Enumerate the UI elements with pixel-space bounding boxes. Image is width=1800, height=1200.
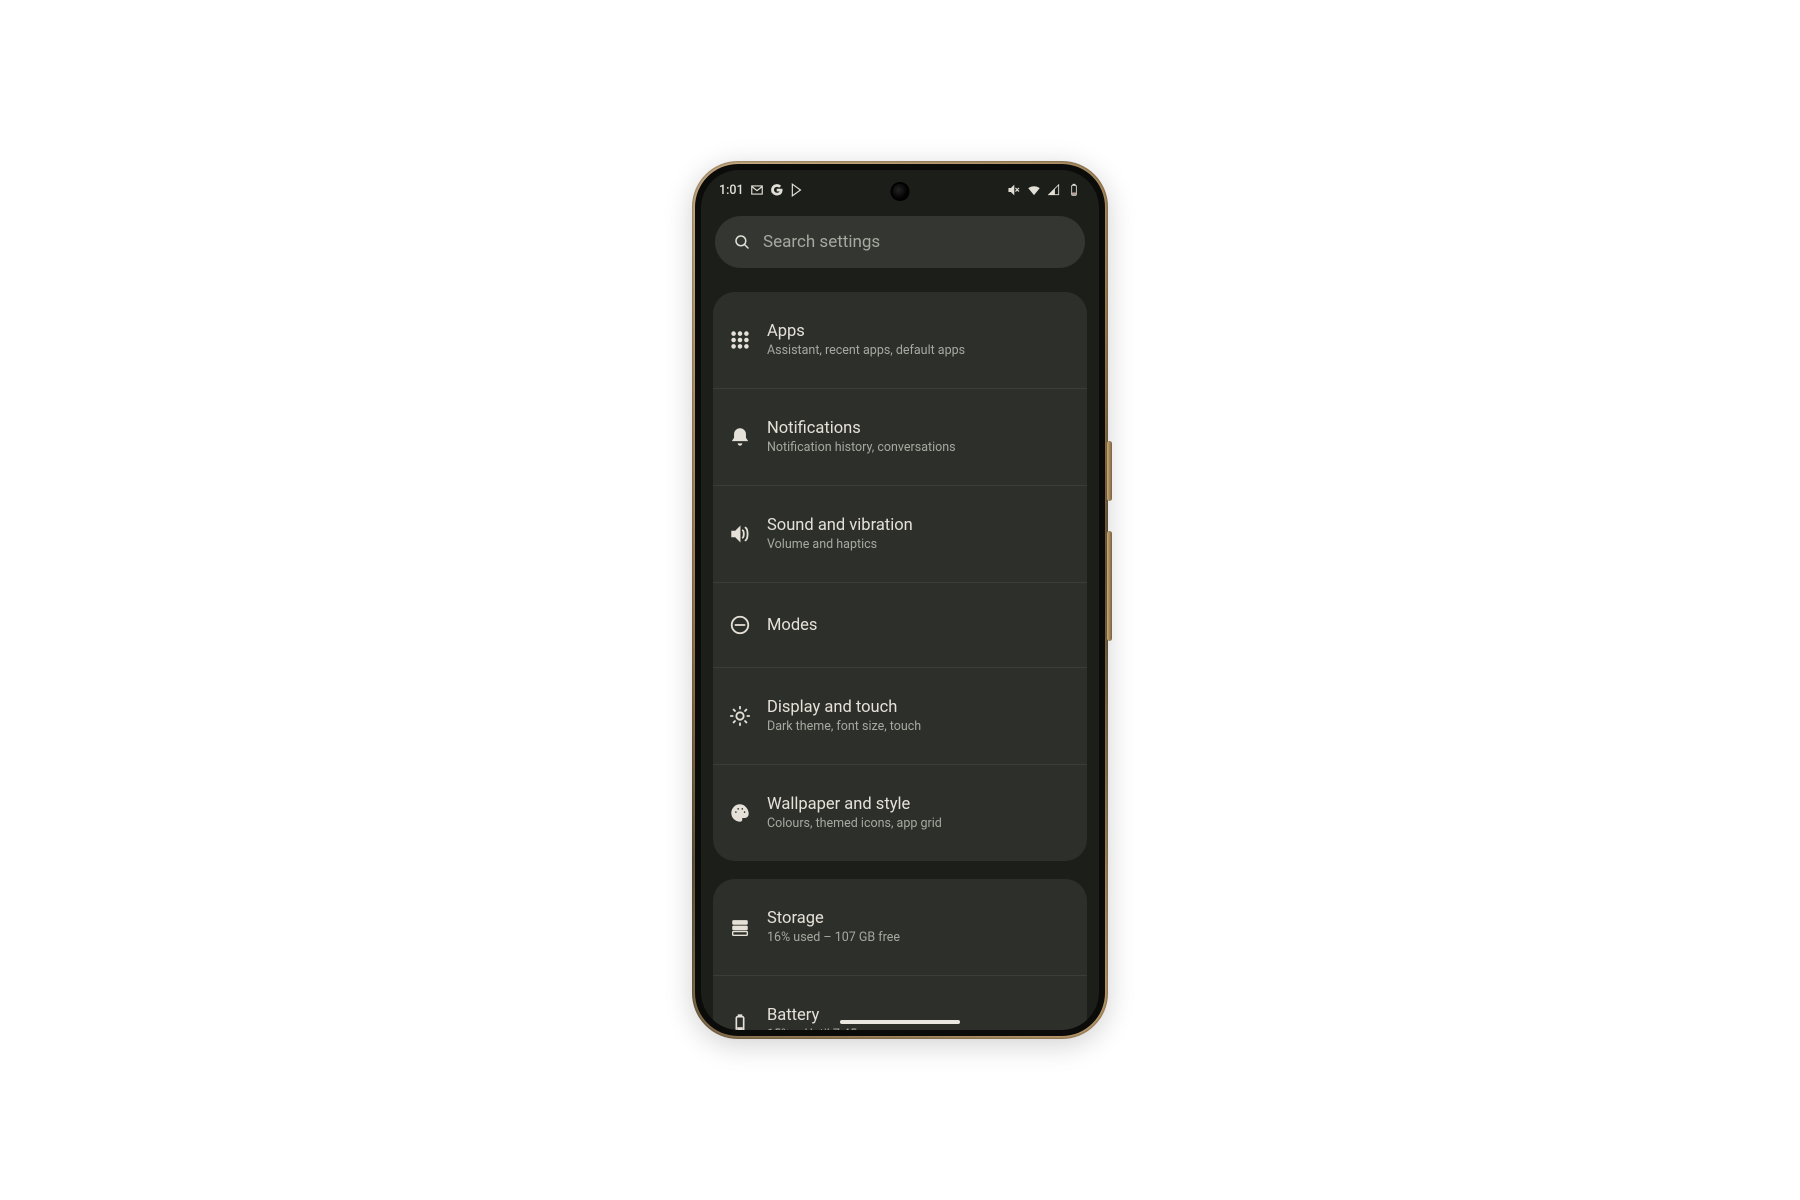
bell-icon xyxy=(729,426,751,448)
settings-sound[interactable]: Sound and vibration Volume and haptics xyxy=(713,486,1087,583)
battery-icon xyxy=(729,1013,751,1030)
row-subtitle: Dark theme, font size, touch xyxy=(767,719,921,735)
settings-notifications[interactable]: Notifications Notification history, conv… xyxy=(713,389,1087,486)
row-title: Storage xyxy=(767,909,900,928)
row-subtitle: 16% used – 107 GB free xyxy=(767,930,900,946)
volume-rocker[interactable] xyxy=(1107,531,1112,641)
row-title: Modes xyxy=(767,616,817,635)
settings-content: Search settings Apps Assistant, recent a… xyxy=(701,210,1099,1030)
row-subtitle: 15% – Until 7:45 am xyxy=(767,1027,878,1030)
palette-icon xyxy=(729,802,751,824)
row-subtitle: Volume and haptics xyxy=(767,537,913,553)
gmail-icon xyxy=(750,183,764,197)
google-g-icon xyxy=(770,183,784,197)
volume-icon xyxy=(729,523,751,545)
home-indicator[interactable] xyxy=(840,1020,960,1024)
settings-storage[interactable]: Storage 16% used – 107 GB free xyxy=(713,879,1087,976)
search-icon xyxy=(733,233,751,251)
row-subtitle: Assistant, recent apps, default apps xyxy=(767,343,965,359)
search-placeholder: Search settings xyxy=(763,232,880,252)
storage-icon xyxy=(729,916,751,938)
wifi-icon xyxy=(1027,183,1041,197)
row-title: Display and touch xyxy=(767,698,921,717)
screen: 1:01 Search settings xyxy=(701,170,1099,1030)
search-settings[interactable]: Search settings xyxy=(715,216,1085,268)
settings-display[interactable]: Display and touch Dark theme, font size,… xyxy=(713,668,1087,765)
brightness-icon xyxy=(729,705,751,727)
group-personalization: Apps Assistant, recent apps, default app… xyxy=(713,292,1087,861)
row-title: Apps xyxy=(767,322,965,341)
signal-icon xyxy=(1047,183,1061,197)
settings-wallpaper[interactable]: Wallpaper and style Colours, themed icon… xyxy=(713,765,1087,861)
front-camera xyxy=(893,184,908,199)
row-title: Sound and vibration xyxy=(767,516,913,535)
status-time: 1:01 xyxy=(719,183,744,198)
dnd-icon xyxy=(729,614,751,636)
row-subtitle: Colours, themed icons, app grid xyxy=(767,816,942,832)
play-store-icon xyxy=(790,183,804,197)
row-title: Wallpaper and style xyxy=(767,795,942,814)
settings-modes[interactable]: Modes xyxy=(713,583,1087,668)
row-subtitle: Notification history, conversations xyxy=(767,440,956,456)
power-button[interactable] xyxy=(1107,441,1112,501)
battery-low-icon xyxy=(1067,183,1081,197)
apps-grid-icon xyxy=(729,329,751,351)
row-title: Notifications xyxy=(767,419,956,438)
group-system: Storage 16% used – 107 GB free Battery 1… xyxy=(713,879,1087,1030)
settings-apps[interactable]: Apps Assistant, recent apps, default app… xyxy=(713,292,1087,389)
phone-frame: 1:01 Search settings xyxy=(692,161,1108,1039)
volume-mute-icon xyxy=(1007,183,1021,197)
